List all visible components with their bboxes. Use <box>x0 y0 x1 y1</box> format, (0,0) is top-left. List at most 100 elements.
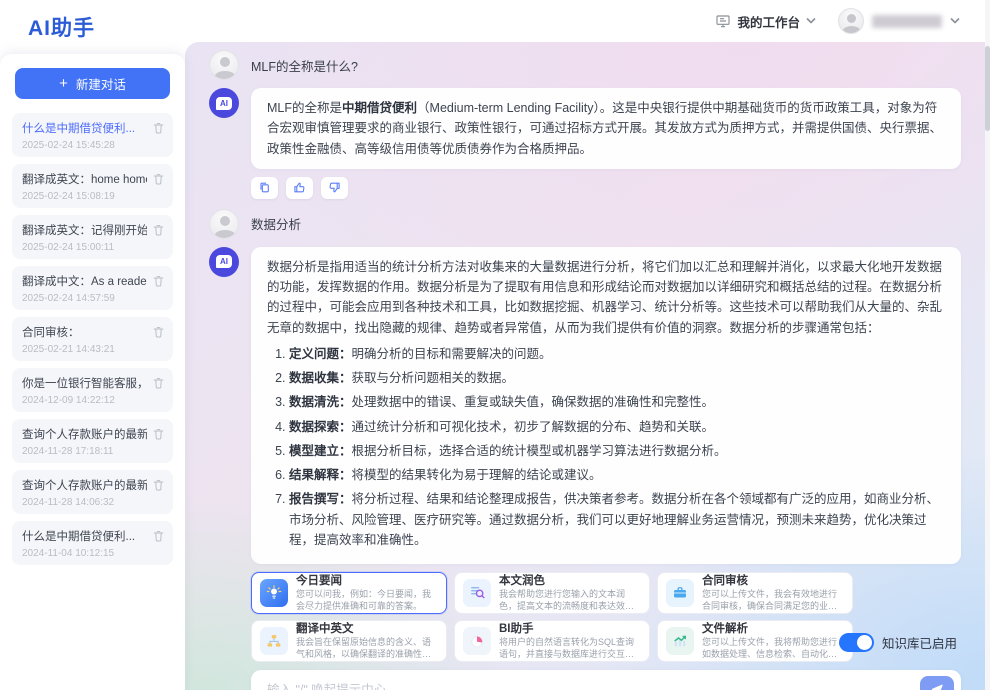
card-description: 我会旨在保留原始信息的含义、语气和风格，以确保翻译的准确性和自然流畅。 <box>296 637 438 660</box>
card-title: 合同审核 <box>702 574 844 588</box>
sitemap-icon <box>260 627 288 655</box>
lightbulb-icon <box>260 579 288 607</box>
step-desc: 通过统计分析和可视化技术，初步了解数据的分布、趋势和关联。 <box>352 420 715 434</box>
knowledge-base-toggle[interactable] <box>839 633 874 652</box>
user-name-redacted <box>872 15 942 28</box>
step-desc: 处理数据中的错误、重复或缺失值，确保数据的准确性和完整性。 <box>352 395 715 409</box>
knowledge-base-label: 知识库已启用 <box>882 633 957 652</box>
conversation-time: 2025-02-24 15:00:11 <box>22 242 147 253</box>
delete-conversation-icon[interactable] <box>152 325 165 339</box>
conversation-item[interactable]: 什么是中期借贷便利... 2024-11-04 10:12:15 <box>12 521 173 565</box>
conversation-item[interactable]: 什么是中期借贷便利... 2025-02-24 15:45:28 <box>12 113 173 157</box>
list-item: 数据收集：获取与分析问题相关的数据。 <box>289 368 945 388</box>
user-message-text: 数据分析 <box>251 214 301 233</box>
delete-conversation-icon[interactable] <box>152 223 165 237</box>
conversation-time: 2024-12-09 14:22:12 <box>22 395 147 406</box>
new-chat-button[interactable]: + 新建对话 <box>15 68 170 99</box>
delete-conversation-icon[interactable] <box>152 376 165 390</box>
conversation-time: 2025-02-24 14:57:59 <box>22 293 147 304</box>
card-contract-review[interactable]: 合同审核 您可以上传文件，我会有效地进行合同审核，确保合同满足您的业务需求。 <box>657 572 853 614</box>
card-description: 您可以上传文件，我将帮助您进行如数据处理、信息检索、自动化办公等。 <box>702 637 844 660</box>
card-bi-assistant[interactable]: BI助手 将用户的自然语言转化为SQL查询语句，并直接与数据库进行交互，返回智能… <box>454 620 650 662</box>
main-area: 我的工作台 MLF的全称是什么? AI MLF的全称是中期借贷便利（Medium… <box>185 0 990 690</box>
conversation-title: 查询个人存款账户的最新... <box>22 477 147 493</box>
card-today-news[interactable]: 今日要闻 您可以问我，例如：今日要闻，我会尽力提供准确和可靠的答案。 <box>251 572 447 614</box>
thumbs-down-button[interactable] <box>321 177 348 199</box>
list-item: 数据清洗：处理数据中的错误、重复或缺失值，确保数据的准确性和完整性。 <box>289 392 945 412</box>
workspace-menu[interactable]: 我的工作台 <box>715 12 816 31</box>
conversation-item[interactable]: 翻译成中文：As a reader... 2025-02-24 14:57:59 <box>12 266 173 310</box>
page-scrollbar[interactable] <box>985 0 990 690</box>
step-desc: 根据分析目标，选择合适的统计模型或机器学习算法进行数据分析。 <box>352 444 727 458</box>
card-text-polish[interactable]: 本文润色 我会帮助您进行您输入的文本润色，提高文本的流畅度和表达效果。 <box>454 572 650 614</box>
thumbs-up-button[interactable] <box>286 177 313 199</box>
conversation-time: 2024-11-04 10:12:15 <box>22 548 147 559</box>
user-avatar <box>209 209 239 239</box>
step-term: 数据清洗： <box>289 395 352 409</box>
workspace-label: 我的工作台 <box>737 12 800 31</box>
conversation-time: 2025-02-24 15:08:19 <box>22 191 147 202</box>
conversation-item[interactable]: 查询个人存款账户的最新... 2024-11-28 14:06:32 <box>12 470 173 514</box>
delete-conversation-icon[interactable] <box>152 529 165 543</box>
ai-avatar: AI <box>209 247 239 277</box>
ai-message-row: AI 数据分析是指用适当的统计分析方法对收集来的大量数据进行分析，将它们加以汇总… <box>209 247 961 564</box>
thumbs-up-icon <box>293 181 306 194</box>
user-message-row: MLF的全称是什么? <box>209 50 961 80</box>
copy-button[interactable] <box>251 177 278 199</box>
ai-avatar: AI <box>209 88 239 118</box>
card-translate[interactable]: 翻译中英文 我会旨在保留原始信息的含义、语气和风格，以确保翻译的准确性和自然流畅… <box>251 620 447 662</box>
conversation-item[interactable]: 翻译成英文：home home 2025-02-24 15:08:19 <box>12 164 173 208</box>
ai-message-text: 数据分析是指用适当的统计分析方法对收集来的大量数据进行分析，将它们加以汇总和理解… <box>267 260 942 335</box>
composer <box>251 670 961 690</box>
sidebar-panel: + 新建对话 什么是中期借贷便利... 2025-02-24 15:45:28 … <box>0 54 185 690</box>
card-description: 您可以问我，例如：今日要闻，我会尽力提供准确和可靠的答案。 <box>296 589 438 612</box>
card-description: 您可以上传文件，我会有效地进行合同审核，确保合同满足您的业务需求。 <box>702 589 844 612</box>
step-term: 数据探索： <box>289 420 352 434</box>
card-title: 今日要闻 <box>296 574 438 588</box>
delete-conversation-icon[interactable] <box>152 121 165 135</box>
user-avatar <box>838 8 864 34</box>
ai-message-bold: 中期借贷便利 <box>342 101 417 115</box>
scrollbar-thumb[interactable] <box>985 46 990 131</box>
pie-chart-icon <box>463 627 491 655</box>
message-actions <box>251 177 961 199</box>
list-item: 数据探索：通过统计分析和可视化技术，初步了解数据的分布、趋势和关联。 <box>289 417 945 437</box>
delete-conversation-icon[interactable] <box>152 274 165 288</box>
chat-panel: MLF的全称是什么? AI MLF的全称是中期借贷便利（Medium-term … <box>185 42 985 690</box>
analysis-steps-list: 定义问题：明确分析的目标和需要解决的问题。 数据收集：获取与分析问题相关的数据。… <box>289 344 945 550</box>
conversation-title: 什么是中期借贷便利... <box>22 528 147 544</box>
card-file-parse[interactable]: 文件解析 您可以上传文件，我将帮助您进行如数据处理、信息检索、自动化办公等。 <box>657 620 853 662</box>
ai-logo-icon: AI <box>216 97 232 110</box>
conversation-time: 2024-11-28 17:18:11 <box>22 446 147 457</box>
plus-icon: + <box>59 76 68 91</box>
sidebar: AI助手 + 新建对话 什么是中期借贷便利... 2025-02-24 15:4… <box>0 0 185 690</box>
paper-plane-icon <box>929 682 945 690</box>
list-item: 模型建立：根据分析目标，选择合适的统计模型或机器学习算法进行数据分析。 <box>289 441 945 461</box>
card-title: 本文润色 <box>499 574 641 588</box>
conversation-item[interactable]: 查询个人存款账户的最新... 2024-11-28 17:18:11 <box>12 419 173 463</box>
feature-cards-section: 今日要闻 您可以问我，例如：今日要闻，我会尽力提供准确和可靠的答案。 本文润色 … <box>251 572 961 662</box>
step-desc: 将分析过程、结果和结论整理成报告，供决策者参考。数据分析在各个领域都有广泛的应用… <box>289 492 939 547</box>
conversation-item[interactable]: 翻译成英文：记得刚开始... 2025-02-24 15:00:11 <box>12 215 173 259</box>
ai-message-text: MLF的全称是 <box>267 101 342 115</box>
ai-message-bubble: 数据分析是指用适当的统计分析方法对收集来的大量数据进行分析，将它们加以汇总和理解… <box>251 247 961 564</box>
card-title: 翻译中英文 <box>296 622 438 636</box>
step-term: 定义问题： <box>289 347 352 361</box>
step-desc: 将模型的结果转化为易于理解的结论或建议。 <box>352 468 602 482</box>
conversation-time: 2025-02-21 14:43:21 <box>22 344 147 355</box>
conversation-title: 翻译成英文：记得刚开始... <box>22 222 147 238</box>
delete-conversation-icon[interactable] <box>152 478 165 492</box>
message-input[interactable] <box>251 670 961 690</box>
polish-doc-magnifier-icon <box>463 579 491 607</box>
delete-conversation-icon[interactable] <box>152 172 165 186</box>
conversation-title: 你是一位银行智能客服，... <box>22 375 147 391</box>
send-button[interactable] <box>920 676 954 690</box>
conversation-item[interactable]: 合同审核： 2025-02-21 14:43:21 <box>12 317 173 361</box>
user-menu[interactable] <box>838 8 960 34</box>
step-term: 数据收集： <box>289 371 352 385</box>
conversation-item[interactable]: 你是一位银行智能客服，... 2024-12-09 14:22:12 <box>12 368 173 412</box>
delete-conversation-icon[interactable] <box>152 427 165 441</box>
card-description: 将用户的自然语言转化为SQL查询语句，并直接与数据库进行交互，返回智能推荐的图表… <box>499 637 641 660</box>
conversation-time: 2025-02-24 15:45:28 <box>22 140 147 151</box>
step-term: 结果解释： <box>289 468 352 482</box>
